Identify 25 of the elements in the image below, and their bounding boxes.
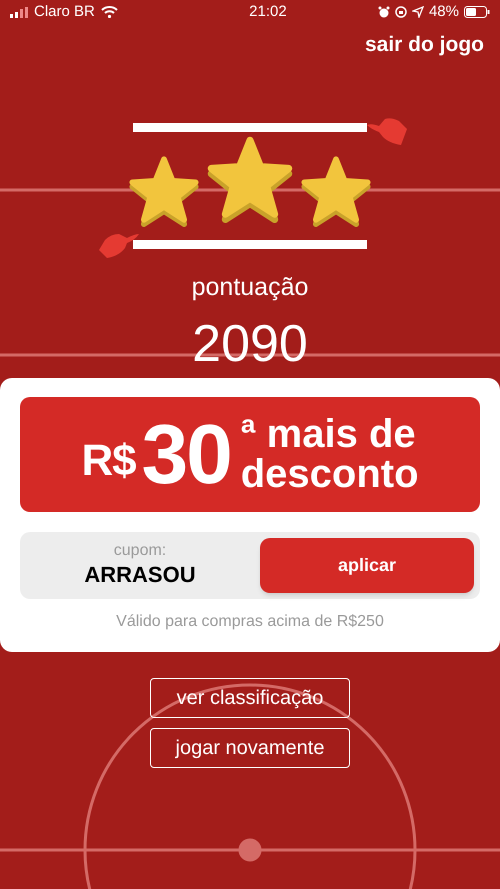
menu-button[interactable]: ver classificação [150, 678, 350, 718]
battery-percentage: 48% [428, 2, 459, 22]
coupon-code: ARRASOU [84, 561, 196, 589]
star-icon [300, 154, 372, 226]
discount-amount: 30 [142, 412, 231, 496]
carrier-name: Claro BR [34, 2, 95, 22]
currency-symbol: R$ [81, 434, 136, 486]
battery-icon [464, 6, 490, 18]
exit-game-link[interactable]: sair do jogo [364, 29, 484, 60]
rotation-lock-icon [394, 6, 407, 18]
clock-time: 21:02 [249, 2, 287, 22]
location-arrow-icon [412, 6, 424, 18]
star-icon [128, 154, 200, 226]
wifi-icon [100, 6, 118, 18]
signal-icon [10, 6, 28, 18]
terms-text: Válido para compras acima de R$250 [115, 612, 385, 632]
coupon-label: cupom: [114, 541, 166, 562]
discount-caption: desconto [240, 454, 419, 494]
apply-button[interactable]: aplicar [260, 538, 474, 592]
discount-caption: ª mais de [240, 414, 417, 454]
alarm-icon [378, 6, 390, 18]
menu-button[interactable]: jogar novamente [150, 728, 350, 768]
star-icon [206, 134, 294, 222]
score-value: 2090 [192, 318, 308, 370]
score-label: pontuação [192, 274, 308, 300]
